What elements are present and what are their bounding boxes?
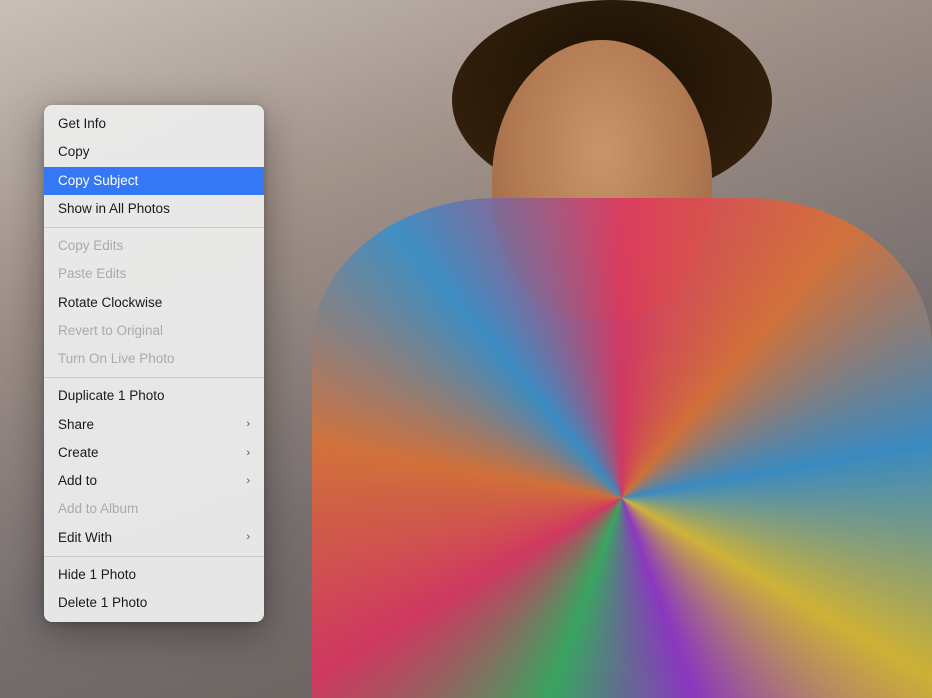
submenu-chevron-icon: › [246,529,250,546]
menu-item-edit-with[interactable]: Edit With› [44,524,264,552]
menu-item-label-show-in-all-photos: Show in All Photos [58,199,250,219]
menu-item-get-info[interactable]: Get Info [44,110,264,138]
menu-separator [44,227,264,228]
menu-item-share[interactable]: Share› [44,411,264,439]
submenu-chevron-icon: › [246,445,250,462]
menu-item-copy-subject[interactable]: Copy Subject [44,167,264,195]
menu-separator [44,377,264,378]
menu-item-show-in-all-photos[interactable]: Show in All Photos [44,195,264,223]
menu-item-label-copy-subject: Copy Subject [58,171,250,191]
menu-item-revert-to-original: Revert to Original [44,317,264,345]
menu-item-paste-edits: Paste Edits [44,260,264,288]
submenu-chevron-icon: › [246,473,250,490]
menu-item-add-to-album: Add to Album [44,495,264,523]
submenu-chevron-icon: › [246,416,250,433]
menu-item-label-rotate-clockwise: Rotate Clockwise [58,293,250,313]
menu-separator [44,556,264,557]
menu-item-label-copy-edits: Copy Edits [58,236,250,256]
menu-item-copy-edits: Copy Edits [44,232,264,260]
menu-item-label-delete-1-photo: Delete 1 Photo [58,593,250,613]
menu-item-label-get-info: Get Info [58,114,250,134]
menu-item-label-paste-edits: Paste Edits [58,264,250,284]
menu-item-label-copy: Copy [58,142,250,162]
jacket-shape [312,198,932,698]
menu-item-label-create: Create [58,443,246,463]
menu-item-add-to[interactable]: Add to› [44,467,264,495]
menu-item-turn-on-live-photo: Turn On Live Photo [44,345,264,373]
menu-item-label-revert-to-original: Revert to Original [58,321,250,341]
context-menu: Get Info Copy Copy Subject Show in All Phot… [44,105,264,622]
menu-item-label-hide-1-photo: Hide 1 Photo [58,565,250,585]
menu-item-delete-1-photo[interactable]: Delete 1 Photo [44,589,264,617]
menu-item-copy[interactable]: Copy [44,138,264,166]
menu-item-rotate-clockwise[interactable]: Rotate Clockwise [44,289,264,317]
menu-item-label-turn-on-live-photo: Turn On Live Photo [58,349,250,369]
menu-item-label-share: Share [58,415,246,435]
menu-item-create[interactable]: Create› [44,439,264,467]
menu-item-duplicate-1-photo[interactable]: Duplicate 1 Photo [44,382,264,410]
menu-item-hide-1-photo[interactable]: Hide 1 Photo [44,561,264,589]
menu-item-label-duplicate-1-photo: Duplicate 1 Photo [58,386,250,406]
menu-item-label-edit-with: Edit With [58,528,246,548]
menu-item-label-add-to: Add to [58,471,246,491]
menu-item-label-add-to-album: Add to Album [58,499,250,519]
